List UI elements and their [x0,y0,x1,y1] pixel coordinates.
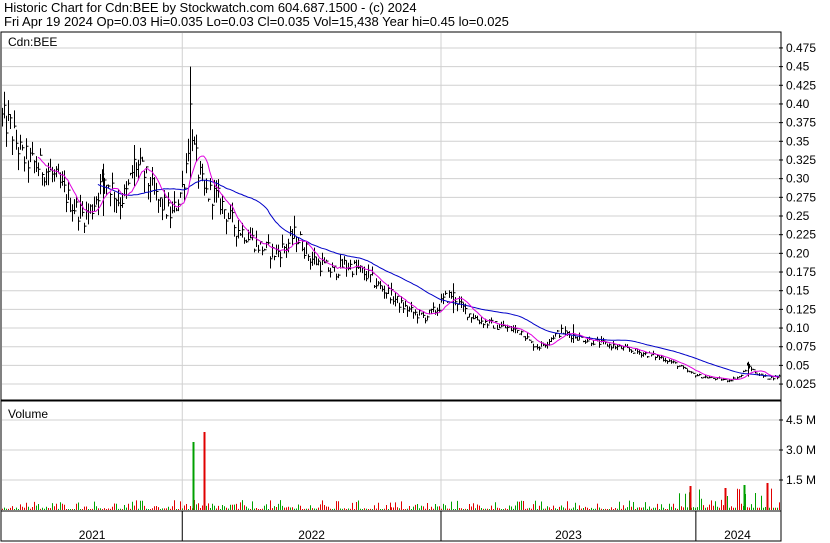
price-tick-label: 0.20 [786,246,810,260]
date-axis [0,510,782,542]
price-tick-label: 0.325 [786,153,816,167]
price-tick-label: 0.10 [786,321,810,335]
price-tick-label: 0.125 [786,302,816,316]
volume-label: Volume [8,407,48,421]
chart-page: Historic Chart for Cdn:BEE by Stockwatch… [0,0,830,543]
price-tick-label: 0.025 [786,377,816,391]
year-label: 2021 [79,528,106,542]
stock-chart: 0.475 0.45 0.425 0.40 0.375 0.35 0.325 0.30 0.27… [0,31,816,542]
price-tick-label: 0.225 [786,228,816,242]
price-tick-label: 0.25 [786,209,810,223]
price-tick-label: 0.425 [786,78,816,92]
volume-panel [0,400,782,512]
price-y-axis: 0.475 0.45 0.425 0.40 0.375 0.35 0.325 0.30 0.27… [779,41,816,391]
price-tick-label: 0.30 [786,172,810,186]
volume-tick-label: 3.0 M [786,443,816,457]
volume-tick-label: 4.5 M [786,413,816,427]
year-label: 2023 [555,528,582,542]
price-tick-label: 0.35 [786,134,810,148]
price-tick-label: 0.05 [786,358,810,372]
year-label: 2024 [724,528,751,542]
price-tick-label: 0.15 [786,284,810,298]
price-tick-label: 0.40 [786,97,810,111]
price-tick-label: 0.175 [786,265,816,279]
ticker-label: Cdn:BEE [8,35,57,49]
year-label: 2022 [298,528,325,542]
price-tick-label: 0.275 [786,190,816,204]
price-tick-label: 0.45 [786,60,810,74]
price-tick-label: 0.075 [786,340,816,354]
volume-y-axis: 4.5 M 3.0 M 1.5 M [779,413,816,487]
price-tick-label: 0.475 [786,41,816,55]
price-tick-label: 0.375 [786,116,816,130]
volume-tick-label: 1.5 M [786,473,816,487]
